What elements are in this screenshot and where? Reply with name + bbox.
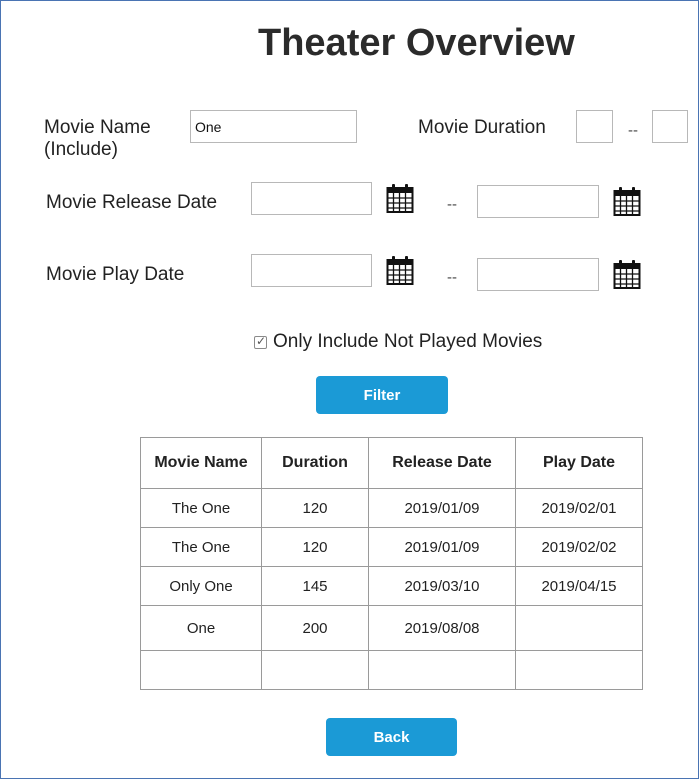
movie-name-input[interactable] [190,110,357,143]
col-header-movie-name: Movie Name [140,437,262,489]
cell-duration: 145 [261,566,369,606]
cell-play-date: 2019/02/02 [515,527,643,567]
cell-movie-name: The One [140,527,262,567]
cell-release-date [368,650,516,690]
calendar-icon[interactable] [386,255,414,285]
table-row[interactable]: The One 120 2019/01/09 2019/02/02 [140,527,643,567]
release-from-input[interactable] [251,182,372,215]
table-row[interactable]: The One 120 2019/01/09 2019/02/01 [140,488,643,528]
duration-max-input[interactable] [652,110,688,143]
cell-play-date [515,605,643,651]
cell-duration [261,650,369,690]
cell-duration: 120 [261,488,369,528]
col-header-duration: Duration [261,437,369,489]
page-title: Theater Overview [258,22,575,64]
table-row[interactable] [140,650,643,690]
calendar-icon[interactable] [386,183,414,213]
cell-release-date: 2019/08/08 [368,605,516,651]
cell-movie-name: Only One [140,566,262,606]
cell-duration: 120 [261,527,369,567]
cell-movie-name: The One [140,488,262,528]
only-not-played-checkbox[interactable] [254,334,267,349]
back-button[interactable]: Back [326,718,457,756]
col-header-play-date: Play Date [515,437,643,489]
movie-duration-label: Movie Duration [418,117,546,138]
cell-release-date: 2019/03/10 [368,566,516,606]
table-row[interactable]: One 200 2019/08/08 [140,605,643,651]
movies-table: Movie Name Duration Release Date Play Da… [140,437,643,690]
only-not-played-row[interactable]: Only Include Not Played Movies [254,331,542,353]
cell-release-date: 2019/01/09 [368,488,516,528]
cell-play-date: 2019/02/01 [515,488,643,528]
release-date-label: Movie Release Date [46,192,218,213]
cell-play-date [515,650,643,690]
play-range-dash: -- [447,269,457,286]
table-header-row: Movie Name Duration Release Date Play Da… [140,437,643,489]
only-not-played-label: Only Include Not Played Movies [273,331,543,352]
col-header-release-date: Release Date [368,437,516,489]
cell-release-date: 2019/01/09 [368,527,516,567]
release-range-dash: -- [447,196,457,213]
play-from-input[interactable] [251,254,372,287]
duration-range-dash: -- [628,122,638,139]
calendar-icon[interactable] [613,259,641,289]
cell-duration: 200 [261,605,369,651]
filter-button[interactable]: Filter [316,376,448,414]
cell-movie-name: One [140,605,262,651]
release-to-input[interactable] [477,185,599,218]
table-row[interactable]: Only One 145 2019/03/10 2019/04/15 [140,566,643,606]
play-date-label: Movie Play Date [46,264,185,285]
play-to-input[interactable] [477,258,599,291]
cell-movie-name [140,650,262,690]
duration-min-input[interactable] [576,110,613,143]
movie-name-label: Movie Name (Include) [44,117,151,160]
cell-play-date: 2019/04/15 [515,566,643,606]
calendar-icon[interactable] [613,186,641,216]
